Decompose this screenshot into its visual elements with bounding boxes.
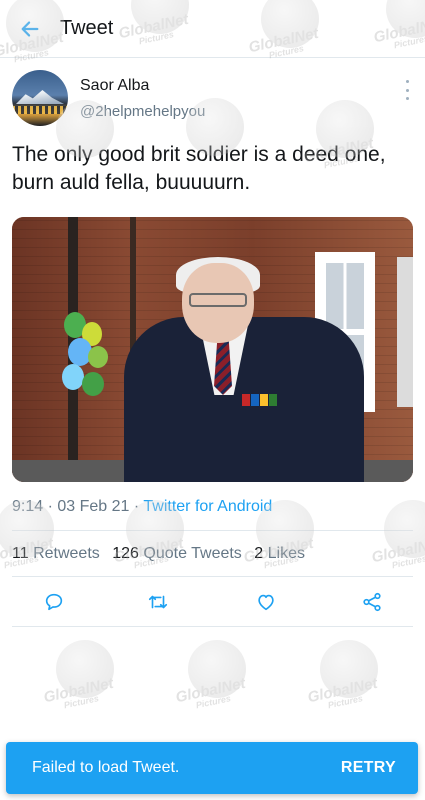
watermark: GlobalNet Pictures <box>368 500 425 570</box>
top-app-bar: Tweet <box>0 0 425 58</box>
photo-man-glasses <box>189 293 247 307</box>
divider <box>12 626 413 627</box>
likes-count: 2 <box>254 545 264 562</box>
share-button[interactable] <box>358 588 386 616</box>
quote-tweets-label: Quote Tweets <box>143 545 242 562</box>
arrow-left-icon <box>21 20 39 37</box>
tweet-text: The only good brit soldier is a deed one… <box>12 143 386 194</box>
photo-medals <box>242 393 287 433</box>
more-options-icon[interactable] <box>402 80 412 100</box>
divider <box>12 576 413 577</box>
author-handle[interactable]: @2helpmehelpyou <box>80 103 205 120</box>
tweet-date: 03 Feb 21 <box>57 498 130 515</box>
retweet-button[interactable] <box>144 588 172 616</box>
likes-stat[interactable]: 2 Likes <box>254 545 305 562</box>
meta-separator: · <box>133 498 144 515</box>
quote-tweets-stat[interactable]: 126 Quote Tweets <box>112 545 242 562</box>
tweet-stats: 11 Retweets 126 Quote Tweets 2 Likes <box>12 545 305 563</box>
retweets-count: 11 <box>12 545 29 562</box>
reply-button[interactable] <box>40 588 68 616</box>
avatar-mountains <box>16 90 64 104</box>
avatar[interactable] <box>12 70 68 126</box>
tweet-time: 9:14 <box>12 498 44 515</box>
avatar-city-lights <box>12 106 68 114</box>
tweet-timestamp: 9:14 · 03 Feb 21 · Twitter for Android <box>12 498 272 516</box>
like-button[interactable] <box>252 588 280 616</box>
tweet-actions <box>12 588 413 616</box>
retweets-label: Retweets <box>33 545 100 562</box>
watermark: GlobalNet Pictures <box>172 640 262 710</box>
reply-icon <box>45 593 63 611</box>
retweets-stat[interactable]: 11 Retweets <box>12 545 100 562</box>
divider <box>12 530 413 531</box>
tweet-author: Saor Alba @2helpmehelpyou <box>12 70 412 128</box>
photo-balloons <box>60 312 115 432</box>
tweet-source-link[interactable]: Twitter for Android <box>143 498 272 515</box>
author-name[interactable]: Saor Alba <box>80 77 149 95</box>
watermark: GlobalNet Pictures <box>304 640 394 710</box>
page-title: Tweet <box>60 17 114 39</box>
snackbar-message: Failed to load Tweet. <box>32 759 180 776</box>
meta-separator: · <box>47 498 58 515</box>
error-snackbar: Failed to load Tweet. RETRY <box>6 742 418 794</box>
tweet-photo[interactable] <box>12 217 413 482</box>
retweet-icon <box>148 595 168 609</box>
watermark: GlobalNet Pictures <box>40 640 130 710</box>
quote-tweets-count: 126 <box>112 545 139 562</box>
back-button[interactable] <box>0 0 60 58</box>
photo-window-edge <box>397 257 413 407</box>
heart-icon <box>258 594 274 611</box>
share-icon <box>363 592 381 612</box>
retry-button[interactable]: RETRY <box>341 759 396 777</box>
likes-label: Likes <box>267 545 305 562</box>
